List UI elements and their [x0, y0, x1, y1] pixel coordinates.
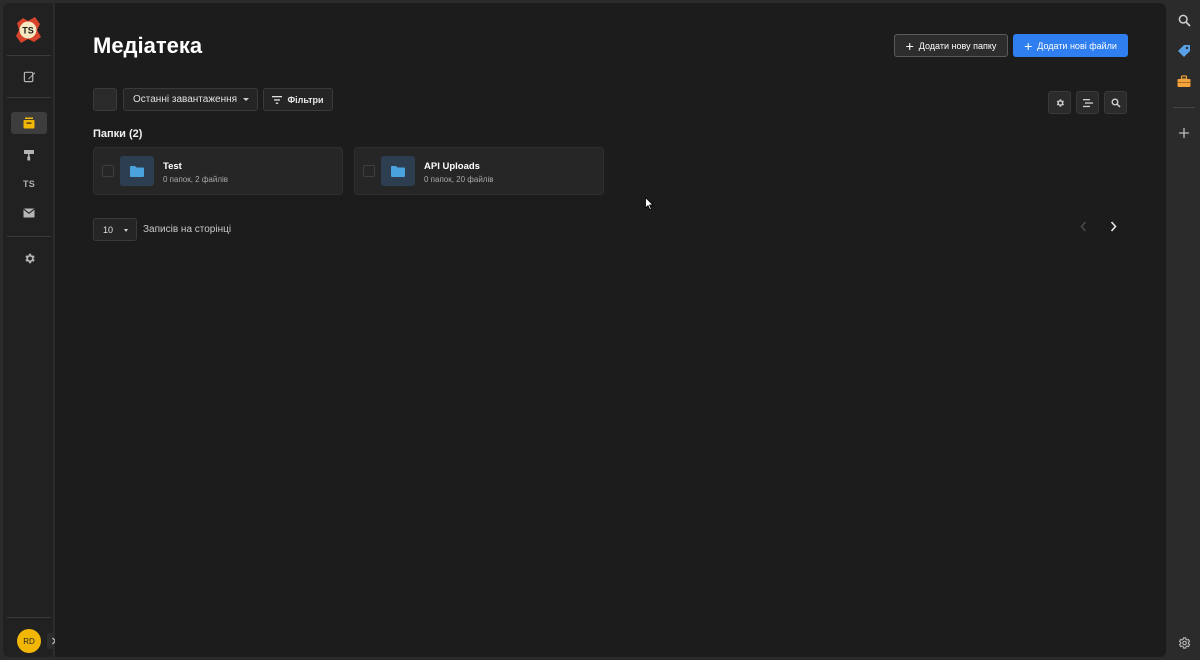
folder-name: API Uploads [424, 161, 480, 172]
nav-divider [7, 617, 51, 618]
folder-icon [381, 156, 415, 186]
search-icon [1178, 14, 1191, 27]
per-page-select[interactable]: 10 [93, 218, 137, 241]
sort-select[interactable]: Останні завантаження [123, 88, 258, 111]
nav-divider [7, 55, 51, 56]
rail-tag-button[interactable] [1175, 42, 1193, 60]
folder-card[interactable]: API Uploads 0 папок, 20 файлів [354, 147, 604, 195]
nav-settings[interactable] [11, 247, 47, 269]
filters-button[interactable]: Фільтри [263, 88, 333, 111]
folders-section-title: Папки (2) [93, 128, 143, 140]
select-all-checkbox[interactable] [93, 88, 117, 111]
add-folder-label: Додати нову папку [918, 40, 997, 51]
gear-icon [1178, 637, 1191, 649]
main-content: Медіатека + Додати нову папку + Додати н… [55, 3, 1166, 657]
view-settings-button[interactable] [1048, 91, 1071, 114]
chevron-left-icon [1079, 220, 1086, 232]
nav-divider [7, 236, 51, 237]
toolbox-icon [1177, 74, 1191, 87]
chevron-right-icon [1110, 220, 1117, 232]
search-icon [1111, 98, 1121, 108]
rail-search-button[interactable] [1175, 11, 1193, 29]
add-folder-button[interactable]: + Додати нову папку [894, 34, 1008, 57]
plus-icon: + [905, 37, 914, 54]
tag-icon [1178, 45, 1190, 57]
plus-icon: + [1024, 37, 1033, 54]
sort-select-value: Останні завантаження [133, 94, 238, 105]
svg-text:TS: TS [22, 26, 34, 36]
rail-toolbox-button[interactable] [1175, 72, 1193, 90]
app-logo[interactable]: TS [13, 15, 43, 45]
folder-meta: 0 папок, 2 файлів [163, 175, 229, 184]
left-sidebar: TS TS RD [3, 3, 61, 657]
page-title: Медіатека [93, 33, 203, 58]
previous-page-button[interactable] [1075, 218, 1091, 234]
rail-divider [1173, 107, 1195, 108]
nav-mail[interactable] [11, 202, 47, 224]
paint-roller-icon [24, 150, 34, 161]
rail-add-button[interactable] [1175, 124, 1193, 142]
gear-icon [1056, 98, 1064, 107]
envelope-icon [23, 208, 35, 218]
folder-name: Test [163, 161, 182, 172]
next-page-button[interactable] [1105, 218, 1121, 234]
ts-icon: TS [22, 179, 36, 189]
right-rail [1167, 0, 1200, 660]
folder-meta: 0 папок, 20 файлів [424, 175, 494, 184]
nav-typescript[interactable]: TS [11, 173, 47, 195]
media-library-icon [23, 117, 35, 129]
add-files-label: Додати нові файли [1037, 40, 1117, 51]
list-view-button[interactable] [1076, 91, 1099, 114]
filters-label: Фільтри [287, 94, 324, 105]
filter-icon [272, 95, 283, 104]
nav-design[interactable] [11, 144, 47, 166]
gear-icon [24, 253, 35, 263]
plus-icon [1179, 128, 1189, 138]
pencil-icon [23, 71, 35, 82]
nav-media[interactable] [11, 112, 47, 134]
list-icon [1082, 98, 1093, 107]
folder-card[interactable]: Test 0 папок, 2 файлів [93, 147, 343, 195]
folder-icon [120, 156, 154, 186]
user-avatar[interactable]: RD [17, 629, 41, 653]
folder-checkbox[interactable] [102, 165, 114, 177]
add-files-button[interactable]: + Додати нові файли [1013, 34, 1128, 57]
nav-editor[interactable] [11, 65, 47, 87]
folder-checkbox[interactable] [363, 165, 375, 177]
mouse-cursor-icon [645, 196, 654, 216]
per-page-label: Записів на сторінці [143, 224, 232, 235]
caret-down-icon [243, 98, 249, 101]
per-page-value: 10 [103, 224, 114, 235]
nav-divider [7, 97, 51, 98]
search-button[interactable] [1104, 91, 1127, 114]
app-frame: TS TS RD Медіатека + Додати нову папку +… [0, 0, 1200, 660]
caret-down-icon [124, 229, 128, 232]
rail-settings-button[interactable] [1175, 634, 1193, 652]
